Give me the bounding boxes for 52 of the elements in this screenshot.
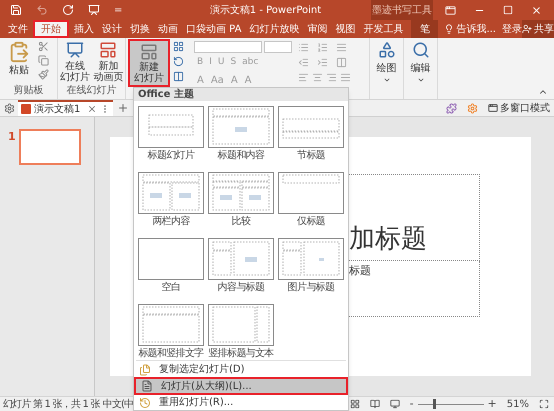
- menu-header: Office 主题: [134, 88, 348, 101]
- ribbon-tab[interactable]: 开始: [33, 20, 69, 38]
- multi-window-button[interactable]: 多窗口模式: [488, 100, 550, 116]
- ribbon-tab[interactable]: 文件: [5, 20, 31, 38]
- zoom-level[interactable]: 51%: [506, 396, 529, 411]
- slide-title: 加标题: [349, 226, 427, 252]
- ribbon-tab[interactable]: 设计: [99, 20, 125, 38]
- document-tab[interactable]: 演示文稿1: [18, 100, 113, 116]
- layout-option[interactable]: 标题幻灯片: [137, 106, 205, 162]
- ribbon-tab[interactable]: 口袋动画 PA: [183, 20, 244, 38]
- layout-option[interactable]: 标题和内容: [207, 106, 275, 162]
- group-label: 剪贴板: [12, 84, 44, 98]
- online-slide-button[interactable]: 在线 幻灯片: [60, 41, 90, 83]
- layout-option[interactable]: 节标题: [277, 106, 345, 162]
- editing-button[interactable]: 编辑: [410, 41, 430, 99]
- customize-toolbar-button[interactable]: =: [114, 2, 122, 18]
- language-label: 中文(中: [102, 398, 134, 411]
- slide-number: 1: [8, 129, 16, 145]
- slide-count: 幻灯片 第 1 张，共 1 张: [3, 398, 100, 411]
- sign-in-link[interactable]: 登录: [502, 20, 522, 38]
- layout-option[interactable]: 仅标题: [277, 172, 345, 228]
- layout-option[interactable]: 空白: [137, 238, 205, 294]
- layout-option[interactable]: 两栏内容: [137, 172, 205, 228]
- layout-option[interactable]: 标题和竖排文字: [137, 304, 205, 360]
- ribbon-tab[interactable]: 插入: [71, 20, 97, 38]
- zoom-out-button[interactable]: -: [410, 396, 414, 411]
- slide-subtitle: 标题: [349, 264, 371, 277]
- context-tools-label: 墨迹书写工具: [371, 0, 433, 20]
- tell-me-field[interactable]: 告诉我...: [456, 22, 496, 36]
- layout-option[interactable]: 图片与标题: [277, 238, 345, 294]
- ribbon-tab[interactable]: 开发工具: [360, 20, 406, 38]
- layout-option[interactable]: 比较: [207, 172, 275, 228]
- layout-option[interactable]: 内容与标题: [207, 238, 275, 294]
- window-title: 演示文稿1 - PowerPoint: [208, 4, 322, 18]
- tab-title: 演示文稿1: [34, 102, 82, 116]
- paste-button[interactable]: 粘贴: [4, 41, 34, 83]
- ribbon-tab[interactable]: 视图: [332, 20, 358, 38]
- ribbon-tab[interactable]: 动画: [155, 20, 181, 38]
- group-label: 在线幻灯片: [66, 84, 118, 98]
- ribbon-tab[interactable]: 切换: [127, 20, 153, 38]
- ribbon-tab[interactable]: 幻灯片放映: [246, 20, 302, 38]
- new-slide-button[interactable]: 新建 幻灯片: [128, 39, 170, 87]
- menu-item[interactable]: 重用幻灯片(R)...: [134, 395, 348, 410]
- drawing-button[interactable]: 绘图: [376, 41, 396, 99]
- share-button[interactable]: 共享: [522, 20, 554, 38]
- menu-item[interactable]: 幻灯片(从大纲)(L)...: [134, 377, 348, 395]
- new-animation-page-button[interactable]: 新加 动画页: [93, 41, 124, 83]
- menu-item[interactable]: 复制选定幻灯片(D): [134, 362, 348, 377]
- zoom-in-button[interactable]: +: [488, 396, 497, 411]
- layout-option[interactable]: 竖排标题与文本: [207, 304, 275, 360]
- ribbon-tab[interactable]: 笔: [411, 20, 438, 38]
- ribbon-tab[interactable]: 审阅: [304, 20, 330, 38]
